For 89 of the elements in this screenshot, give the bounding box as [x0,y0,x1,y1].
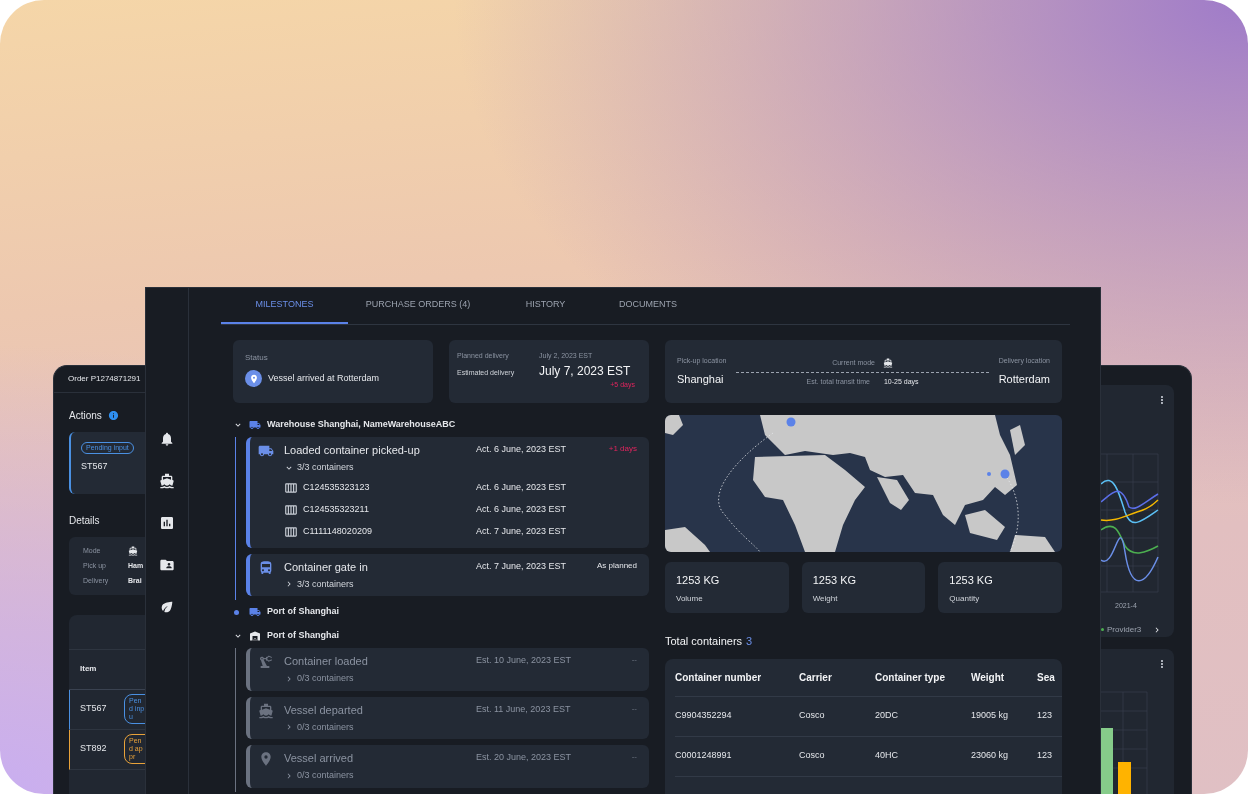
container-date: Act. 7 June, 2023 EST [476,524,567,538]
containers-toggle[interactable]: 3/3 containers [284,461,354,475]
milestone-date: Est. 11 June, 2023 EST [476,702,572,716]
section-title: Total containers [665,634,743,649]
section-heading: Actions [69,408,102,423]
containers-toggle[interactable]: 0/3 containers [284,769,354,783]
column-header: Carrier [799,670,833,685]
stat-value: 1253 KG [949,573,994,588]
truck-icon [258,443,274,459]
crane-icon [258,654,274,670]
item-id: ST567 [81,459,108,473]
ship-icon [128,546,138,557]
column-header: Sea [1037,670,1056,685]
milestone-date: Act. 7 June, 2023 EST [476,559,568,573]
column-header: Weight [971,670,1006,685]
stop-label: Port of Shanghai [267,605,339,619]
table-cell-text: Cosco [799,709,826,723]
truck-icon [249,606,261,618]
container-icon [284,480,298,495]
container-count: 3 [746,634,753,649]
section-heading: Details [68,514,101,529]
estimated-date: July 7, 2023 EST [539,362,631,380]
container-date: Act. 6 June, 2023 EST [476,480,567,494]
tab[interactable]: PURCHASE ORDERS (4) [348,287,488,324]
item-id: ST892 [80,742,108,756]
stat-label: Weight [812,592,839,605]
warehouse-icon [249,630,261,642]
stat-value: 1253 KG [676,573,721,588]
milestone-date: Est. 10 June, 2023 EST [476,654,573,667]
milestone-title: Vessel arrived [284,751,355,766]
table-cell-text: 123 [1037,709,1054,723]
milestone-title: Vessel departed [284,702,364,718]
ship-icon [882,357,893,368]
column-header: Container type [875,670,946,685]
vehicle-icon [258,559,274,576]
stat-value: 1253 KG [812,573,858,588]
container-icon [284,502,298,517]
milestone-note: -- [631,751,637,763]
milestone-note: +1 days [608,443,637,455]
table-cell-text: C0001248991 [675,749,733,763]
status-value: Vessel arrived at Rotterdam [268,371,380,385]
milestone-date: Act. 6 June, 2023 EST [476,443,568,456]
table-cell-text: Cosco [799,749,826,763]
table-cell-text: 19005 kg [971,709,1010,723]
table-cell-text: 20DC [875,709,899,723]
milestone-title: Container gate in [284,559,369,575]
stat-label: Volume [676,592,704,605]
milestone-title: Loaded container picked-up [284,443,421,458]
column-header: Container number [675,670,763,685]
truck-icon [249,419,261,431]
column-header: Item [80,663,97,676]
group-header[interactable]: Warehouse Shanghai, NameWarehouseABC [233,413,649,437]
bar-chart-icon[interactable] [159,515,175,531]
table-cell-text: 123 [1037,749,1054,763]
bell-icon[interactable] [159,431,175,447]
container-icon [284,524,298,539]
tab[interactable]: HISTORY [488,287,603,324]
container-number: C1111148020209 [303,524,372,538]
window-title: Order P1274871291 [68,372,141,385]
legend-label: Provider3 [1107,623,1142,636]
status-icon [245,370,262,387]
milestone-date: Est. 20 June, 2023 EST [476,751,573,764]
card-label: Status [245,352,269,364]
location-pin-icon [258,751,274,767]
containers-toggle[interactable]: 0/3 containers [284,720,354,734]
milestone-note: -- [631,654,637,666]
stat-label: Quantity [949,592,981,605]
container-number: C124535323123 [303,480,370,494]
containers-toggle[interactable]: 0/3 containers [284,672,354,686]
table-cell-text: C9904352294 [675,709,733,723]
table-cell-text: 23060 kg [971,749,1010,763]
ship-icon[interactable] [159,473,175,489]
table-cell-text: 40HC [875,749,899,763]
container-number: C124535323211 [303,502,369,516]
delivery-location: Rotterdam [998,371,1050,387]
item-id: ST567 [80,702,108,716]
milestone-note: As planned [596,559,637,572]
leaf-icon[interactable] [159,599,175,615]
info-icon [107,409,119,421]
tab[interactable]: DOCUMENTS [603,287,693,324]
ship-icon [258,702,274,719]
group-header[interactable]: Port of Shanghai [233,624,649,648]
containers-toggle[interactable]: 3/3 containers [284,577,354,591]
milestone-note: -- [631,702,637,715]
container-date: Act. 6 June, 2023 EST [476,502,567,516]
tab[interactable]: MILESTONES [221,287,348,324]
milestone-title: Container loaded [284,654,369,669]
folder-person-icon[interactable] [159,557,175,573]
pickup-location: Shanghai [677,371,725,387]
